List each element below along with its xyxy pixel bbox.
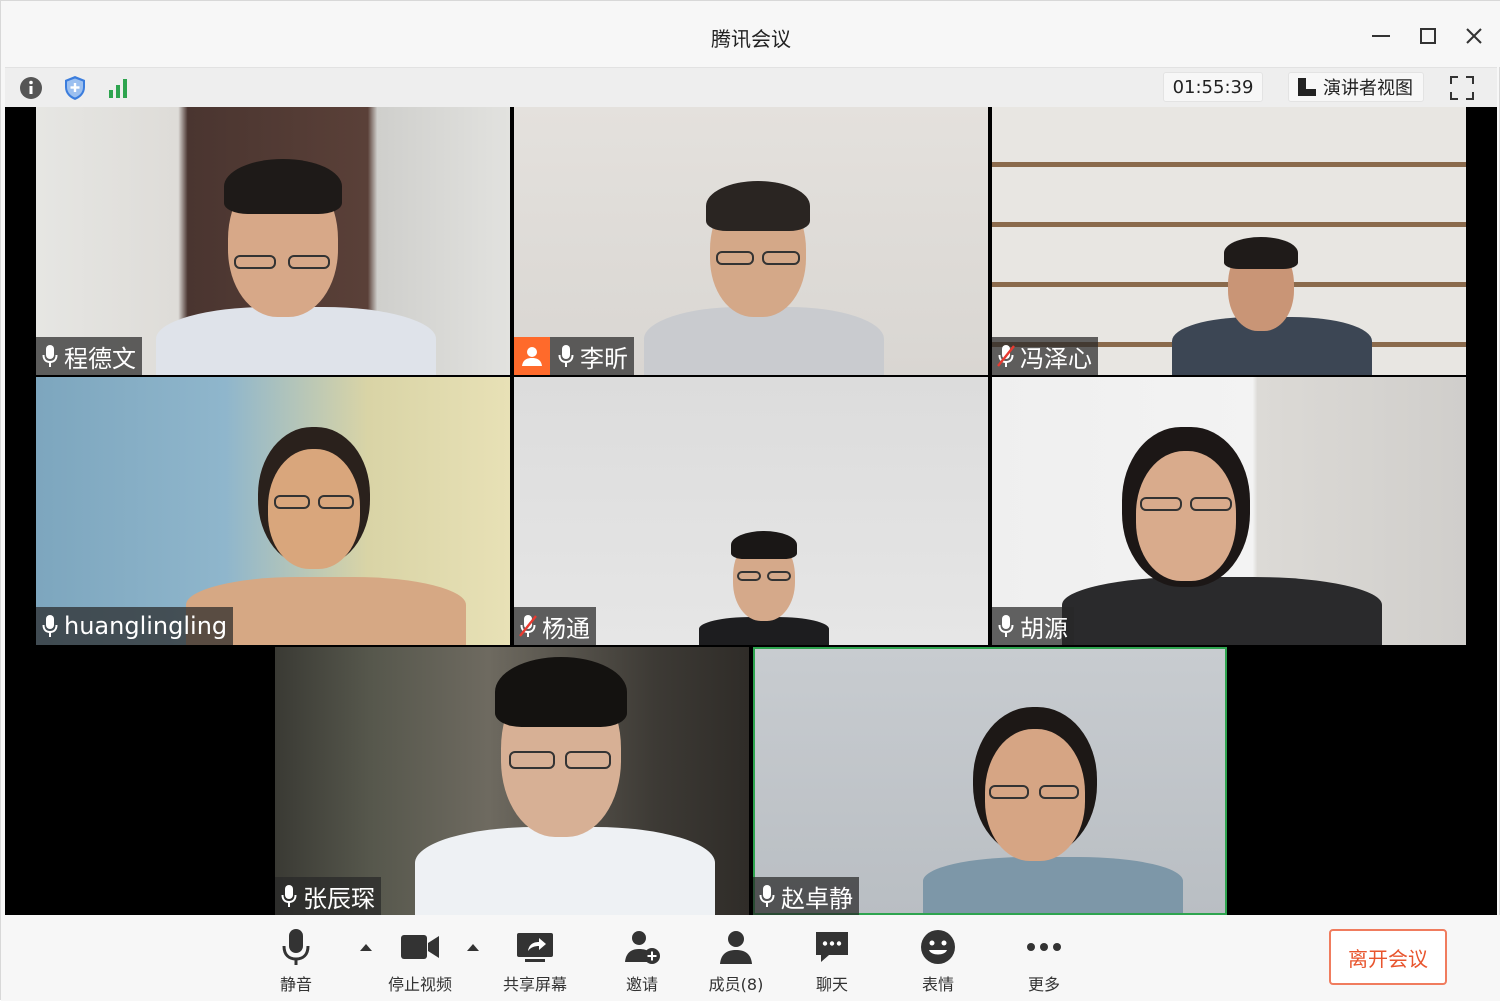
video-tile[interactable]: 胡源 [992,377,1466,645]
mute-label: 静音 [279,975,312,994]
video-grid: 程德文 李昕 冯泽心 huanglingling 杨通 胡源 张辰琛 赵卓静 [5,107,1497,915]
members-label: 成员(8) [708,975,764,994]
microphone-muted-icon [996,343,1016,369]
chat-button[interactable]: 聊天 [787,927,877,995]
signal-icon [109,79,127,98]
participant-nametag: 程德文 [36,337,142,375]
video-tile[interactable]: 李昕 [514,107,988,375]
title-bar: 腾讯会议 [1,1,1500,67]
video-options-button[interactable] [465,941,481,953]
stop-video-label: 停止视频 [387,975,452,994]
add-user-icon [622,927,662,967]
members-icon [716,927,756,967]
microphone-icon [40,613,60,639]
microphone-icon [276,927,316,967]
microphone-muted-icon [518,613,538,639]
more-icon [1024,927,1064,967]
meeting-controls: 静音 停止视频 共享屏幕 邀请 成员(8) 聊天 表情 更多 离开会议 [1,915,1500,1001]
meeting-info-button[interactable] [17,74,45,102]
speaker-view-button[interactable]: 演讲者视图 [1288,72,1424,102]
invite-button[interactable]: 邀请 [597,927,687,995]
participant-nametag: 赵卓静 [753,877,859,915]
fullscreen-button[interactable] [1445,72,1479,104]
participant-name: 李昕 [580,344,628,373]
video-tile[interactable]: 程德文 [36,107,510,375]
caret-up-icon [360,944,372,951]
more-button[interactable]: 更多 [999,927,1089,995]
microphone-icon [279,883,299,909]
network-status-button[interactable] [105,74,133,102]
meeting-timer: 01:55:39 [1163,72,1263,102]
maximize-button[interactable] [1413,21,1443,51]
microphone-icon [556,343,576,369]
participant-name: 张辰琛 [303,884,375,913]
window-title: 腾讯会议 [711,27,791,51]
close-icon [1466,28,1482,44]
fullscreen-icon [1450,76,1474,100]
more-label: 更多 [1027,975,1060,994]
video-tile[interactable]: 杨通 [514,377,988,645]
share-screen-button[interactable]: 共享屏幕 [490,927,580,995]
security-button[interactable] [61,74,89,102]
host-icon [522,347,542,366]
close-button[interactable] [1459,21,1489,51]
audio-options-button[interactable] [358,941,374,953]
meeting-toolbar: 01:55:39 演讲者视图 [5,67,1497,107]
host-badge [514,337,550,375]
share-screen-icon [515,927,555,967]
stop-video-button[interactable]: 停止视频 [375,927,465,995]
caret-up-icon [467,944,479,951]
participant-nametag: 冯泽心 [992,337,1098,375]
participant-nametag: 胡源 [992,607,1074,645]
layout-icon [1298,78,1316,96]
microphone-icon [757,883,777,909]
video-tile[interactable]: 冯泽心 [992,107,1466,375]
participant-name: 胡源 [1020,614,1068,643]
mute-button[interactable]: 静音 [251,927,341,995]
reactions-button[interactable]: 表情 [893,927,983,995]
maximize-icon [1420,28,1436,44]
participant-nametag: 杨通 [514,607,596,645]
minimize-icon [1372,35,1390,37]
minimize-button[interactable] [1366,21,1396,51]
video-tile[interactable]: huanglingling [36,377,510,645]
members-button[interactable]: 成员(8) [691,927,781,995]
speaker-view-label: 演讲者视图 [1323,78,1413,99]
microphone-icon [996,613,1016,639]
info-icon [20,77,42,99]
participant-nametag: 李昕 [514,337,634,375]
microphone-icon [40,343,60,369]
meeting-window: 腾讯会议 01:55:39 演讲者视图 程德文 李昕 冯泽心 huangling… [0,0,1500,1001]
video-camera-icon [400,927,440,967]
leave-meeting-button[interactable]: 离开会议 [1329,929,1447,985]
video-tile[interactable]: 张辰琛 [275,647,749,915]
invite-label: 邀请 [625,975,658,994]
shield-icon [65,76,85,100]
share-screen-label: 共享屏幕 [502,975,567,994]
participant-name: 赵卓静 [781,884,853,913]
participant-name: 冯泽心 [1020,344,1092,373]
participant-nametag: 张辰琛 [275,877,381,915]
emoji-icon [918,927,958,967]
participant-nametag: huanglingling [36,607,234,645]
chat-icon [812,927,852,967]
video-tile-active-speaker[interactable]: 赵卓静 [753,647,1227,915]
reactions-label: 表情 [921,975,954,994]
participant-name: huanglingling [64,612,228,640]
participant-name: 杨通 [542,614,590,643]
chat-label: 聊天 [815,975,848,994]
participant-name: 程德文 [64,344,136,373]
